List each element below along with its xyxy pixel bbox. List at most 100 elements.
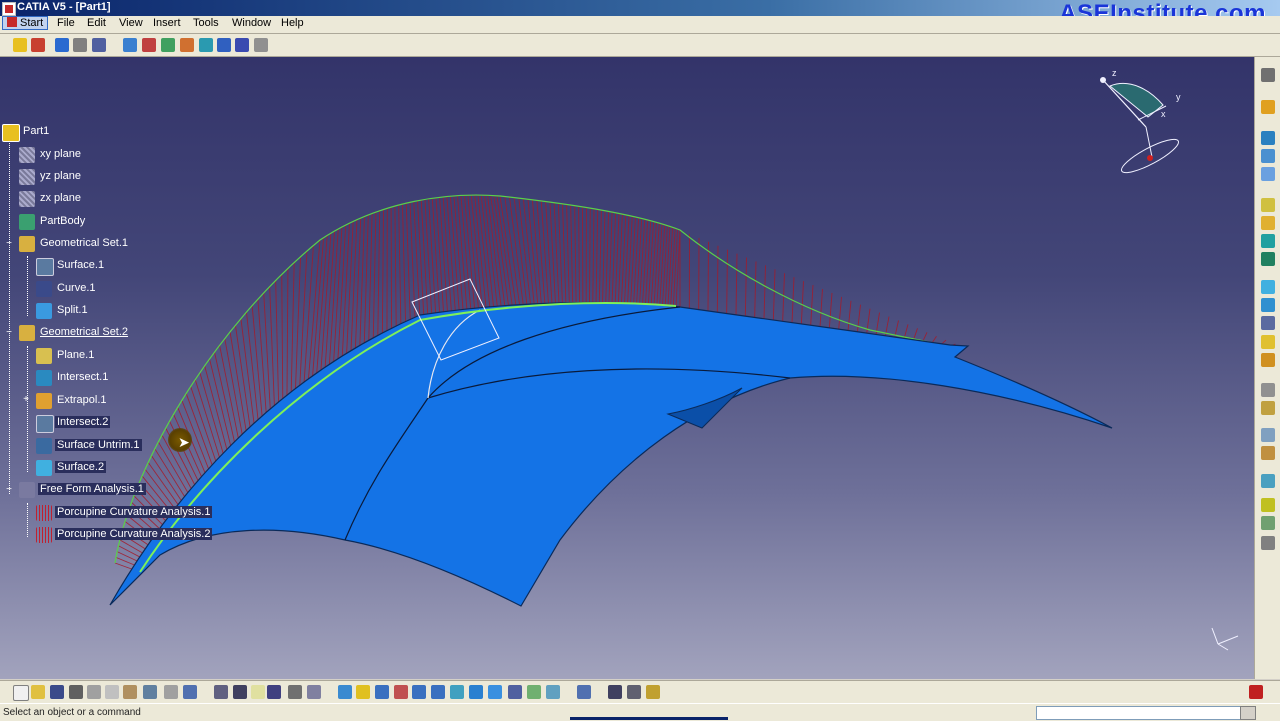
menu-view[interactable]: View: [115, 17, 147, 29]
normal-view-icon[interactable]: [449, 684, 465, 700]
analysis-shape-icon[interactable]: [1260, 473, 1276, 489]
surface-tool-1-icon[interactable]: [1260, 197, 1276, 213]
menu-edit[interactable]: Edit: [83, 17, 110, 29]
3d-viewport[interactable]: z y x Part1 xy plane yz plane z: [0, 57, 1254, 679]
shading-icon[interactable]: [507, 684, 523, 700]
compass-tool-icon[interactable]: [607, 684, 623, 700]
cut-icon[interactable]: [86, 684, 102, 700]
new-file-icon[interactable]: [12, 684, 28, 700]
surface-icon: [36, 460, 52, 476]
compass-widget[interactable]: z y x: [1100, 68, 1182, 178]
analysis-tool-3-icon[interactable]: [160, 37, 176, 53]
porcupine-spike: [537, 200, 545, 304]
knowledge-icon[interactable]: [232, 684, 248, 700]
iso-view-icon[interactable]: [487, 684, 503, 700]
constraint-tool-3-icon[interactable]: [1260, 535, 1276, 551]
porcupine-spike: [402, 204, 405, 327]
menu-tools[interactable]: Tools: [189, 17, 223, 29]
collapse-geometrical-set-1[interactable]: −: [5, 240, 13, 248]
wireframe-tool-2-icon[interactable]: [1260, 148, 1276, 164]
surface-tool-2-icon[interactable]: [1260, 215, 1276, 231]
catalog-icon[interactable]: [287, 684, 303, 700]
fit-all-icon[interactable]: [355, 684, 371, 700]
menu-window[interactable]: Window: [228, 17, 275, 29]
multi-view-icon[interactable]: [468, 684, 484, 700]
open-file-icon[interactable]: [30, 684, 46, 700]
analysis-tool-5-icon[interactable]: [198, 37, 214, 53]
analysis-tool-2-icon[interactable]: [141, 37, 157, 53]
snap-icon[interactable]: [626, 684, 642, 700]
swap-space-icon[interactable]: [545, 684, 561, 700]
formula-icon[interactable]: [213, 684, 229, 700]
porcupine-spike: [252, 306, 263, 429]
porcupine-spike: [651, 222, 656, 304]
porcupine-spike: [425, 199, 432, 318]
copy-icon[interactable]: [104, 684, 120, 700]
porcupine-spike: [291, 263, 294, 405]
porcupine-spike: [579, 206, 580, 303]
undo-icon[interactable]: [142, 684, 158, 700]
rotate-view-icon[interactable]: [393, 684, 409, 700]
paste-icon[interactable]: [122, 684, 138, 700]
transform-tool-3-icon[interactable]: [1260, 427, 1276, 443]
operation-tool-1-icon[interactable]: [1260, 279, 1276, 295]
operation-tool-5-icon[interactable]: [1260, 352, 1276, 368]
select-arrow-icon[interactable]: [1260, 99, 1276, 115]
collapse-free-form-analysis[interactable]: −: [5, 486, 13, 494]
sketch-icon[interactable]: [1260, 67, 1276, 83]
measure-icon[interactable]: [306, 684, 322, 700]
collapse-geometrical-set-2[interactable]: −: [5, 329, 13, 337]
menu-start[interactable]: Start: [2, 16, 48, 30]
whats-this-icon[interactable]: [12, 37, 28, 53]
save-icon[interactable]: [49, 684, 65, 700]
rotate-icon[interactable]: [72, 37, 88, 53]
transform-tool-2-icon[interactable]: [1260, 400, 1276, 416]
pan-icon[interactable]: [374, 684, 390, 700]
redo-icon[interactable]: [163, 684, 179, 700]
operation-tool-2-icon[interactable]: [1260, 297, 1276, 313]
operation-tool-3-icon[interactable]: [1260, 315, 1276, 331]
axis-icon[interactable]: [91, 37, 107, 53]
operation-tool-4-icon[interactable]: [1260, 334, 1276, 350]
select-tool-icon[interactable]: [30, 37, 46, 53]
porcupine-spike: [484, 195, 497, 309]
constraint-tool-1-icon[interactable]: [1260, 497, 1276, 513]
split-icon: [36, 303, 52, 319]
menu-help[interactable]: Help: [277, 17, 308, 29]
analysis-tool-7-icon[interactable]: [234, 37, 250, 53]
constraint-tool-2-icon[interactable]: [1260, 515, 1276, 531]
porcupine-spike: [773, 269, 775, 320]
surface-tool-4-icon[interactable]: [1260, 251, 1276, 267]
analysis-tool-4-icon[interactable]: [179, 37, 195, 53]
zoom-out-icon[interactable]: [430, 684, 446, 700]
hide-show-icon[interactable]: [526, 684, 542, 700]
expand-extrapol-1[interactable]: +: [22, 396, 30, 404]
window-title: CATIA V5 - [Part1]: [17, 1, 111, 13]
analysis-tool-1-icon[interactable]: [122, 37, 138, 53]
print-icon[interactable]: [68, 684, 84, 700]
porcupine-spike: [436, 198, 444, 316]
command-options-button[interactable]: [1240, 706, 1256, 720]
update-icon[interactable]: [576, 684, 592, 700]
whats-this-help-icon[interactable]: [182, 684, 198, 700]
transform-tool-1-icon[interactable]: [1260, 382, 1276, 398]
surface-main[interactable]: [110, 302, 1112, 606]
porcupine-spike: [307, 240, 320, 392]
fly-mode-icon[interactable]: [54, 37, 70, 53]
porcupine-spike: [745, 258, 746, 317]
transform-tool-4-icon[interactable]: [1260, 445, 1276, 461]
fly-icon[interactable]: [337, 684, 353, 700]
menu-file[interactable]: File: [53, 17, 79, 29]
table-icon[interactable]: [266, 684, 282, 700]
zoom-in-icon[interactable]: [411, 684, 427, 700]
command-input[interactable]: [1036, 706, 1242, 720]
surface-tool-3-icon[interactable]: [1260, 233, 1276, 249]
catia-app-icon[interactable]: [2, 2, 16, 16]
light-bulb-icon[interactable]: [250, 684, 266, 700]
wireframe-tool-3-icon[interactable]: [1260, 166, 1276, 182]
wireframe-tool-1-icon[interactable]: [1260, 130, 1276, 146]
analysis-tool-8-icon[interactable]: [253, 37, 269, 53]
analysis-tool-6-icon[interactable]: [216, 37, 232, 53]
user-tool-icon[interactable]: [645, 684, 661, 700]
menu-insert[interactable]: Insert: [149, 17, 185, 29]
